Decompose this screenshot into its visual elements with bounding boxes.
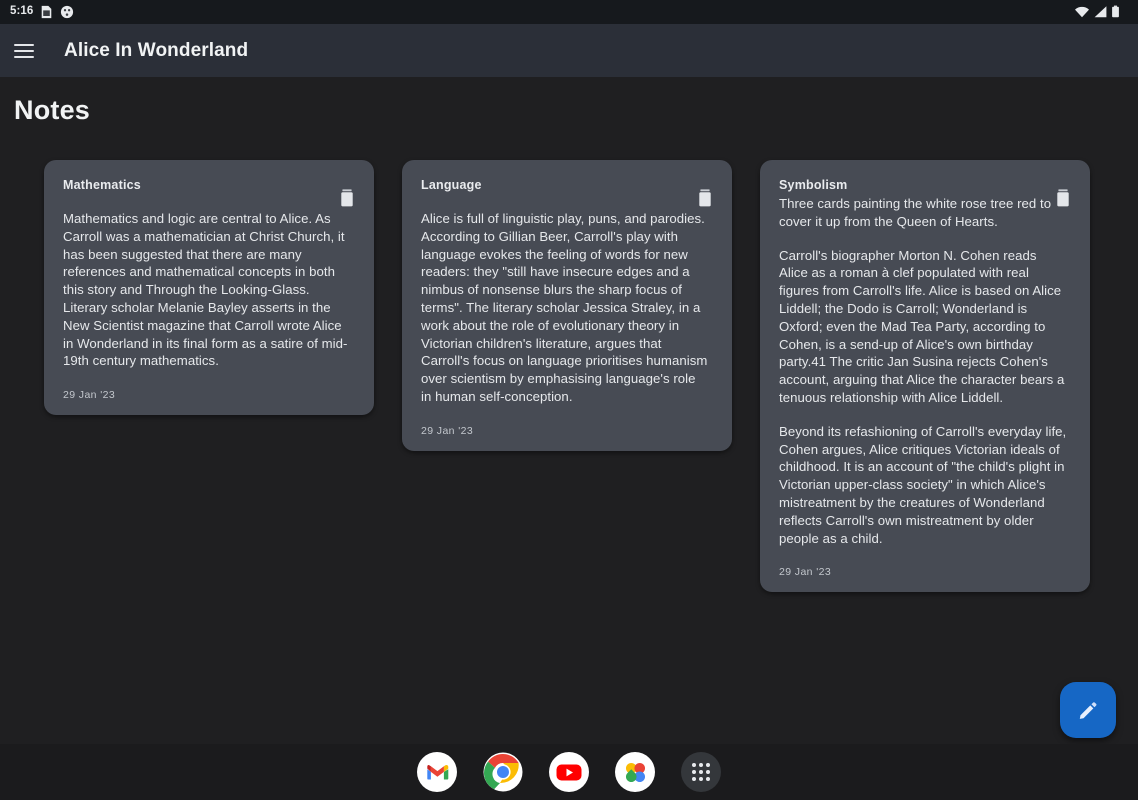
youtube-icon[interactable] (549, 752, 589, 792)
system-taskbar (0, 744, 1138, 800)
add-note-fab[interactable] (1060, 682, 1116, 738)
status-bar-right (1074, 5, 1128, 19)
note-card[interactable]: Language Alice is full of linguistic pla… (402, 160, 732, 451)
drawer-dot (692, 770, 696, 774)
google-photos-icon[interactable] (615, 752, 655, 792)
note-date: 29 Jan '23 (779, 566, 1071, 578)
drawer-dot (699, 777, 703, 781)
chrome-icon[interactable] (483, 752, 523, 792)
drawer-dot (699, 763, 703, 767)
drawer-dot (692, 763, 696, 767)
note-date: 29 Jan '23 (63, 389, 355, 401)
trash-icon[interactable] (1054, 188, 1072, 208)
status-bar: 5:16 (0, 0, 1138, 24)
page-title: Notes (14, 95, 90, 126)
drawer-dot (706, 777, 710, 781)
note-card[interactable]: Symbolism Three cards painting the white… (760, 160, 1090, 592)
note-title: Language (421, 178, 713, 192)
status-bar-left: 5:16 (10, 5, 74, 19)
note-body: Three cards painting the white rose tree… (779, 195, 1071, 547)
drawer-dot (706, 770, 710, 774)
drawer-dot (699, 770, 703, 774)
wifi-icon (1074, 5, 1090, 19)
trash-icon[interactable] (338, 188, 356, 208)
notes-grid: Mathematics Mathematics and logic are ce… (30, 160, 1108, 592)
app-drawer-icon[interactable] (681, 752, 721, 792)
note-paragraph: Beyond its refashioning of Carroll's eve… (779, 423, 1067, 548)
app-notification-icon (60, 5, 74, 19)
drawer-dot (692, 777, 696, 781)
note-date: 29 Jan '23 (421, 425, 713, 437)
hamburger-bar (14, 44, 34, 46)
pencil-edit-icon (1076, 698, 1100, 722)
note-paragraph: Carroll's biographer Morton N. Cohen rea… (779, 247, 1067, 407)
sim-card-icon (40, 5, 53, 19)
hamburger-bar (14, 56, 34, 58)
device-screen: 5:16 (0, 0, 1138, 800)
status-clock: 5:16 (10, 6, 33, 18)
note-body: Alice is full of linguistic play, puns, … (421, 210, 713, 406)
trash-icon[interactable] (696, 188, 714, 208)
hamburger-menu-icon[interactable] (14, 39, 38, 63)
note-title: Mathematics (63, 178, 355, 192)
note-paragraph: Alice is full of linguistic play, puns, … (421, 210, 709, 406)
cell-signal-icon (1093, 5, 1108, 19)
notes-area: Mathematics Mathematics and logic are ce… (0, 160, 1138, 740)
note-body: Mathematics and logic are central to Ali… (63, 210, 355, 370)
app-toolbar: Alice In Wonderland (0, 24, 1138, 77)
drawer-dot (706, 763, 710, 767)
note-paragraph: Mathematics and logic are central to Ali… (63, 210, 351, 370)
note-card[interactable]: Mathematics Mathematics and logic are ce… (44, 160, 374, 415)
battery-icon (1111, 5, 1120, 19)
gmail-icon[interactable] (417, 752, 457, 792)
note-title: Symbolism (779, 178, 1071, 192)
note-paragraph: Three cards painting the white rose tree… (779, 195, 1067, 231)
hamburger-bar (14, 50, 34, 52)
toolbar-title: Alice In Wonderland (64, 40, 248, 62)
